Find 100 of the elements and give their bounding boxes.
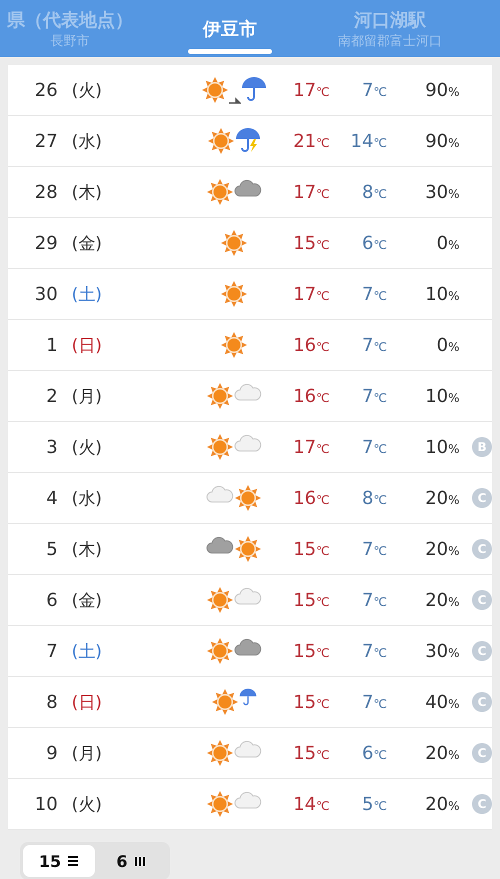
location-tab[interactable]: 県（代表地点） 長野市: [0, 0, 160, 57]
reliability-badge: C: [472, 743, 492, 763]
unit-text: ℃: [316, 186, 330, 200]
unit-text: %: [448, 748, 460, 762]
low-temperature: 5: [362, 794, 374, 814]
precipitation-text: 30: [425, 640, 448, 662]
view-button[interactable]: 6: [95, 845, 167, 877]
unit-text: ℃: [373, 544, 387, 558]
weekday-text: (日): [70, 334, 103, 356]
unit-text: ℃: [373, 390, 387, 404]
sun-icon: [206, 433, 234, 461]
precipitation-text: 20: [425, 538, 448, 560]
unit-text: ℃: [373, 238, 387, 252]
weekday-text: (金): [70, 590, 103, 612]
weekday-text: (水): [70, 488, 103, 510]
reliability-badge: C: [472, 641, 492, 661]
columns-icon: [134, 855, 146, 867]
unit-text: %: [448, 390, 460, 404]
weekday-text: (水): [70, 130, 103, 152]
precipitation-text: 20: [425, 590, 448, 610]
cloud-icon: [206, 535, 234, 555]
unit-text: ℃: [316, 84, 330, 98]
date-text: 10: [34, 794, 58, 814]
view-button[interactable]: 15: [23, 845, 95, 877]
unit-text: %: [448, 798, 460, 812]
date-text: 6: [45, 590, 58, 610]
high-temperature: 15: [293, 692, 316, 712]
unit-text: ℃: [316, 544, 330, 558]
high-temperature: 15: [293, 538, 316, 560]
weekday-text: (日): [70, 692, 103, 714]
sun-icon: [211, 688, 240, 716]
low-temperature: 7: [362, 692, 374, 712]
unit-text: ℃: [316, 288, 330, 302]
sun-icon: [220, 229, 248, 257]
unit-text: %: [448, 288, 460, 302]
low-temperature: 7: [362, 334, 374, 356]
unit-text: ℃: [373, 492, 387, 506]
date-text: 7: [45, 640, 58, 662]
sun-icon: [206, 739, 234, 767]
low-temperature: 7: [362, 80, 374, 100]
date-text: 2: [45, 386, 58, 406]
umbrella-icon: [241, 76, 268, 102]
sun-icon: [234, 535, 262, 563]
date-text: 5: [45, 538, 58, 560]
unit-text: ℃: [316, 748, 330, 762]
sun-icon: [206, 586, 234, 614]
unit-text: ℃: [316, 492, 330, 506]
date-text: 30: [34, 284, 58, 304]
high-temperature: 17: [293, 80, 316, 100]
date-text: 29: [34, 232, 58, 254]
weekday-text: (木): [70, 538, 103, 560]
reliability-badge: C: [472, 539, 492, 559]
list-icon: [67, 855, 80, 867]
weekday-text: (月): [70, 386, 103, 408]
precipitation-text: 40: [425, 692, 448, 712]
location-tab[interactable]: 伊豆市: [160, 0, 300, 57]
sun-icon: [206, 382, 234, 410]
unit-text: %: [448, 136, 460, 150]
precipitation-text: 20: [425, 794, 448, 814]
date-text: 8: [45, 692, 58, 712]
high-temperature: 16: [293, 386, 316, 406]
reliability-badge: C: [472, 488, 492, 508]
low-temperature: 8: [362, 182, 374, 202]
umbrella-lightning-icon: [235, 127, 262, 153]
weekday-text: (金): [70, 232, 103, 254]
precipitation-text: 0: [436, 334, 448, 356]
weekday-text: (火): [70, 436, 103, 458]
unit-text: %: [448, 238, 460, 252]
sun-icon: [206, 637, 234, 665]
cloud-icon: [206, 484, 234, 504]
reliability-badge: C: [472, 692, 492, 712]
weekday-text: (月): [70, 742, 103, 764]
unit-text: ℃: [316, 238, 330, 252]
low-temperature: 6: [362, 232, 374, 254]
unit-text: ℃: [373, 442, 387, 456]
cloud-icon: [234, 739, 262, 759]
unit-text: ℃: [373, 696, 387, 710]
sun-icon: [206, 178, 234, 206]
unit-text: %: [448, 594, 460, 608]
date-text: 9: [45, 742, 58, 764]
location-tab[interactable]: 河口湖駅 南都留郡富士河口: [300, 0, 480, 57]
low-temperature: 7: [362, 538, 374, 560]
unit-text: %: [448, 544, 460, 558]
high-temperature: 15: [293, 232, 316, 254]
low-temperature: 14: [350, 130, 374, 152]
sun-icon: [206, 790, 234, 818]
unit-text: ℃: [316, 340, 330, 354]
high-temperature: 17: [293, 284, 316, 304]
precipitation-text: 90: [425, 130, 448, 152]
sun-icon: [234, 484, 262, 512]
cloud-icon: [234, 637, 262, 657]
unit-text: ℃: [373, 646, 387, 660]
precipitation-text: 30: [425, 182, 448, 202]
weekday-text: (木): [70, 182, 103, 204]
precipitation-text: 20: [425, 742, 448, 764]
cloud-icon: [234, 178, 262, 198]
date-text: 1: [45, 334, 58, 356]
cloud-icon: [234, 586, 262, 606]
precipitation-text: 20: [425, 488, 448, 508]
date-text: 4: [45, 488, 58, 508]
